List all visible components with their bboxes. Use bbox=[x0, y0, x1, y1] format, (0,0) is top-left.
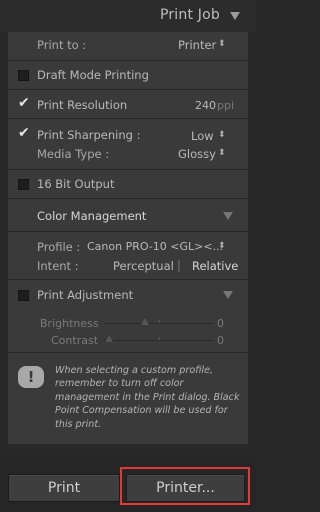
print-to-updown-icon[interactable]: ⬍ bbox=[218, 40, 226, 49]
print-sharpening-select[interactable]: Low bbox=[191, 129, 214, 143]
collapse-triangle-icon[interactable] bbox=[230, 12, 240, 20]
print-resolution-check-icon[interactable]: ✔ bbox=[18, 96, 30, 110]
print-adjustment-checkbox[interactable] bbox=[18, 290, 29, 301]
profile-label: Profile : bbox=[37, 240, 81, 254]
warning-icon: ! bbox=[18, 366, 44, 388]
brightness-track[interactable] bbox=[104, 323, 214, 324]
profile-select[interactable]: Canon PRO-10 <GL><... bbox=[87, 240, 223, 253]
color-management-title: Color Management bbox=[37, 209, 147, 223]
profile-updown-icon[interactable]: ⬍ bbox=[218, 242, 226, 251]
panel-header[interactable]: Print Job bbox=[0, 0, 256, 32]
print-sharpening-updown-icon[interactable]: ⬍ bbox=[218, 131, 226, 140]
print-to-select[interactable]: Printer bbox=[178, 38, 216, 52]
sharpening-row bbox=[8, 119, 248, 169]
intent-label: Intent : bbox=[37, 259, 79, 273]
print-adjustment-label: Print Adjustment bbox=[37, 288, 134, 302]
print-button[interactable]: Print bbox=[8, 474, 120, 502]
print-sharpening-label: Print Sharpening : bbox=[37, 128, 141, 142]
print-resolution-label: Print Resolution bbox=[37, 98, 128, 112]
media-type-updown-icon[interactable]: ⬍ bbox=[218, 149, 226, 158]
bit-output-label: 16 Bit Output bbox=[37, 177, 115, 191]
print-to-label: Print to : bbox=[37, 38, 87, 52]
media-type-select[interactable]: Glossy bbox=[178, 147, 216, 161]
color-management-divider bbox=[8, 231, 248, 232]
warning-text: When selecting a custom profile, remembe… bbox=[55, 365, 240, 430]
draft-mode-checkbox[interactable] bbox=[18, 70, 29, 81]
print-sharpening-check-icon[interactable]: ✔ bbox=[18, 126, 30, 140]
brightness-label: Brightness bbox=[40, 317, 99, 330]
draft-mode-label: Draft Mode Printing bbox=[37, 68, 149, 82]
print-resolution-value[interactable]: 240 bbox=[195, 99, 216, 112]
contrast-label: Contrast bbox=[51, 334, 99, 347]
contrast-track[interactable] bbox=[104, 340, 214, 341]
intent-divider: | bbox=[177, 258, 181, 272]
brightness-center-tick bbox=[159, 320, 160, 323]
bit-output-checkbox[interactable] bbox=[18, 179, 29, 190]
contrast-thumb[interactable] bbox=[105, 335, 113, 342]
brightness-value: 0 bbox=[217, 317, 224, 330]
media-type-label: Media Type : bbox=[37, 147, 110, 161]
brightness-thumb[interactable] bbox=[141, 318, 149, 325]
intent-perceptual-option[interactable]: Perceptual bbox=[113, 259, 174, 273]
print-resolution-unit: ppi bbox=[217, 99, 235, 112]
contrast-value: 0 bbox=[217, 334, 224, 347]
print-adjustment-triangle-icon[interactable] bbox=[223, 291, 233, 299]
print-job-panel: Print Job Print to : Printer ⬍ Draft Mod… bbox=[0, 0, 256, 512]
panel-title: Print Job bbox=[159, 7, 220, 23]
highlight-outline bbox=[120, 467, 250, 505]
intent-relative-option[interactable]: Relative bbox=[192, 259, 238, 273]
color-management-triangle-icon[interactable] bbox=[223, 212, 233, 220]
contrast-center-tick bbox=[159, 337, 160, 340]
